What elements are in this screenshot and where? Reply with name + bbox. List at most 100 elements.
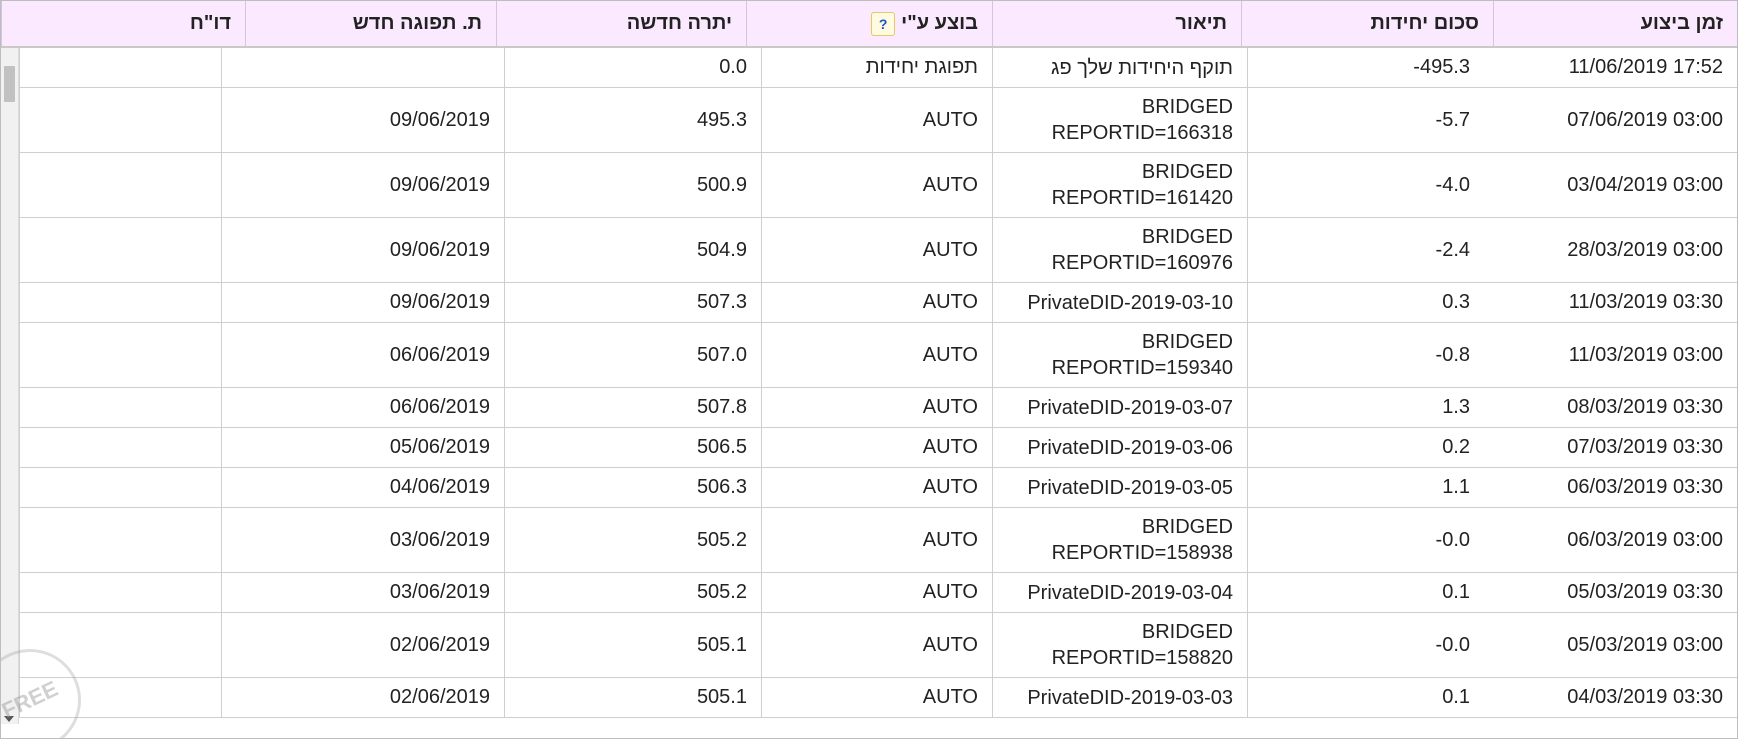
cell-description-text: BRIDGED REPORTID=161420: [1051, 161, 1233, 209]
cell-description: BRIDGED REPORTID=160976: [992, 218, 1247, 282]
table-row[interactable]: 28/03/2019 03:00 -2.4 BRIDGED REPORTID=160…: [19, 218, 1737, 283]
cell-units-text: 0.1: [1442, 686, 1470, 708]
cell-performed-by-text: AUTO: [922, 291, 978, 313]
cell-new-expiry: [221, 48, 504, 87]
cell-units-text: 1.1: [1442, 476, 1470, 498]
cell-new-expiry: 05/06/2019: [221, 428, 504, 467]
header-time[interactable]: זמן ביצוע: [1493, 1, 1737, 46]
cell-time: 07/06/2019 03:00: [1484, 88, 1737, 152]
cell-description: BRIDGED REPORTID=159340: [992, 323, 1247, 387]
cell-new-balance-text: 500.9: [696, 173, 747, 196]
cell-performed-by-text: AUTO: [922, 476, 978, 498]
cell-report: [19, 323, 221, 387]
cell-new-expiry: 02/06/2019: [221, 613, 504, 677]
cell-time: 08/03/2019 03:30: [1484, 388, 1737, 427]
cell-time: 07/03/2019 03:30: [1484, 428, 1737, 467]
table-row[interactable]: 07/03/2019 03:30 0.2 PrivateDID-2019-03-06…: [19, 428, 1737, 468]
cell-report: [19, 508, 221, 572]
help-icon[interactable]: ?: [871, 11, 896, 36]
cell-new-expiry-text: 06/06/2019: [389, 396, 490, 418]
cell-new-balance: 506.5: [504, 428, 761, 467]
table-row[interactable]: 08/03/2019 03:30 1.3 PrivateDID-2019-03-07…: [19, 388, 1737, 428]
cell-units: 0.3: [1247, 283, 1484, 322]
header-description[interactable]: תיאור: [992, 1, 1241, 46]
header-report[interactable]: דו"ח: [1, 1, 245, 46]
cell-new-expiry: 03/06/2019: [221, 508, 504, 572]
cell-new-balance-text: 495.3: [696, 108, 747, 131]
table-row[interactable]: 11/03/2019 03:30 0.3 PrivateDID-2019-03-10…: [19, 283, 1737, 323]
cell-performed-by-text: AUTO: [922, 173, 978, 196]
cell-units: 1.3: [1247, 388, 1484, 427]
cell-performed-by-text: AUTO: [922, 436, 978, 458]
cell-new-expiry-text: 09/06/2019: [389, 238, 490, 261]
table-row[interactable]: 07/06/2019 03:00 -5.7 BRIDGED REPORTID=166…: [19, 88, 1737, 153]
cell-new-expiry-text: 02/06/2019: [389, 686, 490, 708]
table-row[interactable]: 06/03/2019 03:30 1.1 PrivateDID-2019-03-05…: [19, 468, 1737, 508]
cell-description-text: BRIDGED REPORTID=166318: [1051, 96, 1233, 144]
cell-units: -0.8: [1247, 323, 1484, 387]
table-row[interactable]: 03/04/2019 03:00 -4.0 BRIDGED REPORTID=161…: [19, 153, 1737, 218]
cell-time: 11/06/2019 17:52: [1484, 48, 1737, 87]
cell-description-text: PrivateDID-2019-03-10: [1027, 291, 1233, 314]
cell-new-balance-text: 505.2: [696, 528, 747, 551]
table-row[interactable]: 04/03/2019 03:30 0.1 PrivateDID-2019-03-03…: [19, 678, 1737, 718]
table-row[interactable]: 11/03/2019 03:00 -0.8 BRIDGED REPORTID=159…: [19, 323, 1737, 388]
cell-time-text: 11/03/2019 03:30: [1568, 291, 1723, 313]
cell-report: [19, 573, 221, 612]
cell-description: PrivateDID-2019-03-03: [992, 678, 1247, 717]
cell-performed-by: AUTO: [761, 388, 992, 427]
cell-performed-by: AUTO: [761, 88, 992, 152]
table-row[interactable]: 05/03/2019 03:30 0.1 PrivateDID-2019-03-04…: [19, 573, 1737, 613]
cell-new-balance: 505.1: [504, 613, 761, 677]
cell-performed-by: AUTO: [761, 678, 992, 717]
vertical-scrollbar[interactable]: [1, 48, 19, 724]
cell-units-text: -495.3: [1413, 56, 1470, 78]
cell-new-expiry: 02/06/2019: [221, 678, 504, 717]
cell-units-text: -0.0: [1435, 633, 1470, 656]
cell-performed-by-text: AUTO: [922, 686, 978, 708]
cell-time-text: 05/03/2019 03:30: [1567, 581, 1723, 603]
scrollbar-thumb[interactable]: [4, 66, 15, 102]
cell-new-balance: 505.2: [504, 573, 761, 612]
cell-units-text: -0.8: [1435, 343, 1470, 366]
cell-performed-by-text: AUTO: [922, 108, 978, 131]
header-new-expiry[interactable]: ת. תפוגה חדש: [245, 1, 496, 46]
table-row[interactable]: 06/03/2019 03:00 -0.0 BRIDGED REPORTID=158…: [19, 508, 1737, 573]
cell-units: -0.0: [1247, 613, 1484, 677]
header-units-total[interactable]: סכום יחידות: [1241, 1, 1493, 46]
cell-performed-by-text: תפוגת יחידות: [865, 56, 978, 78]
cell-units-text: 1.3: [1442, 396, 1470, 418]
cell-description: BRIDGED REPORTID=166318: [992, 88, 1247, 152]
cell-performed-by: AUTO: [761, 428, 992, 467]
cell-description-text: תוקף היחידות שלך פג: [1050, 56, 1233, 79]
cell-description-text: PrivateDID-2019-03-03: [1027, 686, 1233, 709]
scroll-down-arrow-icon[interactable]: [4, 716, 14, 722]
cell-description-text: PrivateDID-2019-03-05: [1027, 476, 1233, 499]
cell-performed-by: AUTO: [761, 468, 992, 507]
cell-description-text: PrivateDID-2019-03-07: [1027, 396, 1233, 419]
cell-description: PrivateDID-2019-03-07: [992, 388, 1247, 427]
header-new-balance[interactable]: יתרה חדשה: [496, 1, 746, 46]
table-header: זמן ביצוע סכום יחידות תיאור בוצע ע"י? ית…: [1, 1, 1737, 48]
cell-report: [19, 613, 221, 677]
header-performed-by[interactable]: בוצע ע"י?: [746, 1, 992, 46]
cell-performed-by: AUTO: [761, 283, 992, 322]
cell-units-text: 0.2: [1442, 436, 1470, 458]
cell-new-expiry: 06/06/2019: [221, 323, 504, 387]
cell-units: -0.0: [1247, 508, 1484, 572]
cell-time-text: 06/03/2019 03:30: [1567, 476, 1723, 498]
table-row[interactable]: 05/03/2019 03:00 -0.0 BRIDGED REPORTID=158…: [19, 613, 1737, 678]
cell-new-balance: 506.3: [504, 468, 761, 507]
cell-time: 06/03/2019 03:30: [1484, 468, 1737, 507]
cell-description: BRIDGED REPORTID=158820: [992, 613, 1247, 677]
cell-time-text: 03/04/2019 03:00: [1567, 173, 1723, 196]
cell-new-balance: 507.3: [504, 283, 761, 322]
cell-description-text: BRIDGED REPORTID=160976: [1051, 226, 1233, 274]
cell-new-balance-text: 506.5: [696, 436, 747, 458]
cell-report: [19, 218, 221, 282]
cell-new-balance: 504.9: [504, 218, 761, 282]
table-body: 11/06/2019 17:52 -495.3 תוקף היחידות שלך פ…: [19, 48, 1737, 724]
table-row[interactable]: 11/06/2019 17:52 -495.3 תוקף היחידות שלך פ…: [19, 48, 1737, 88]
cell-description: PrivateDID-2019-03-10: [992, 283, 1247, 322]
cell-time-text: 08/03/2019 03:30: [1567, 396, 1723, 418]
